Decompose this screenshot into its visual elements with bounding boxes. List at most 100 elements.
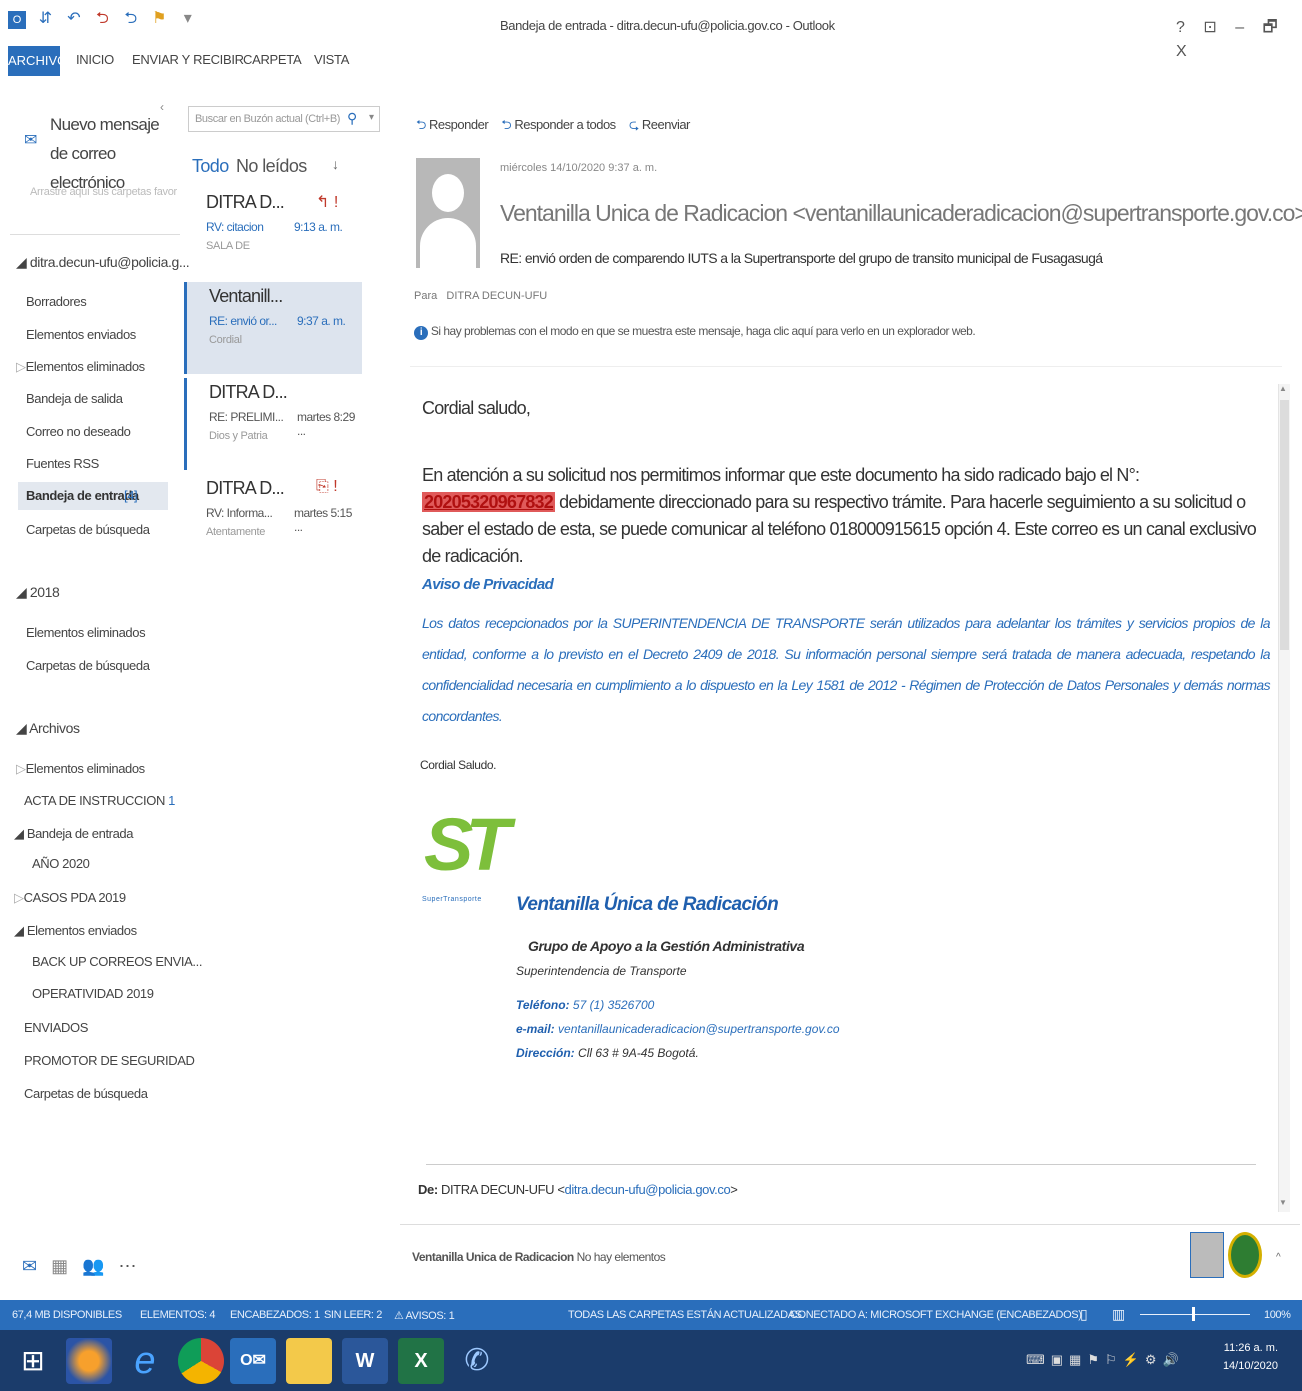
tab-vista[interactable]: VISTA [314, 52, 349, 67]
message-item[interactable]: DITRA D... ↰ ! RV: citacion 9:13 a. m. S… [184, 188, 362, 280]
folder-2018-busqueda[interactable]: Carpetas de búsqueda [26, 658, 150, 673]
windows-start-icon[interactable]: ⊞ [10, 1338, 56, 1384]
zoom-slider[interactable] [1140, 1314, 1250, 1315]
signature-address: Dirección: Cll 63 # 9A-45 Bogotá. [516, 1046, 699, 1060]
system-tray-icons[interactable]: ⌨▣▦⚑⚐⚡⚙🔊 [1026, 1352, 1185, 1368]
status-alerts[interactable]: ⚠ AVISOS: 1 [394, 1309, 455, 1322]
favorites-drag-hint: Arrastre aquí sus carpetas favor [30, 186, 177, 198]
tab-carpeta[interactable]: CARPETA [243, 52, 302, 67]
undo-icon[interactable]: ↶ [65, 10, 83, 28]
phone-app-icon[interactable]: ✆ [454, 1338, 500, 1384]
folder-fuentes-rss[interactable]: Fuentes RSS [26, 456, 99, 471]
message-list: Buscar en Buzón actual (Ctrl+B) ⚲ ▾ Todo… [182, 96, 382, 1286]
folder-archivos-bandeja[interactable]: ◢ Bandeja de entrada [14, 826, 134, 842]
folder-bandeja-salida[interactable]: Bandeja de salida [26, 391, 123, 406]
reply-icon[interactable]: ⮌ [122, 10, 140, 28]
filter-unread[interactable]: No leídos [236, 156, 307, 177]
email-link[interactable]: ventanillaunicaderadicacion@supertranspo… [558, 1022, 839, 1036]
people-nav-icon[interactable]: 👥 [82, 1256, 118, 1276]
excel-icon[interactable]: X [398, 1338, 444, 1384]
police-badge-avatar[interactable] [1228, 1232, 1262, 1278]
folder-promotor[interactable]: PROMOTOR DE SEGURIDAD [24, 1053, 195, 1068]
zoom-level[interactable]: 100% [1264, 1309, 1291, 1321]
file-explorer-icon[interactable] [286, 1338, 332, 1384]
folder-archivos-enviados[interactable]: ◢ Elementos enviados [14, 923, 137, 939]
people-pane-name[interactable]: Ventanilla Unica de Radicacion [412, 1250, 574, 1264]
normal-view-icon[interactable]: ▯ [1080, 1306, 1088, 1323]
forward-button[interactable]: ⮎ Reenviar [629, 117, 691, 132]
customize-toolbar-icon[interactable]: ▾ [179, 10, 197, 28]
zoom-slider-thumb[interactable] [1192, 1307, 1195, 1321]
info-bar[interactable]: i Si hay problemas con el modo en que se… [414, 324, 976, 340]
folder-operatividad[interactable]: OPERATIVIDAD 2019 [32, 986, 154, 1001]
filter-all[interactable]: Todo [192, 156, 229, 177]
clock-time: 11:26 a. m. [1223, 1342, 1278, 1354]
restore-button[interactable]: 🗗 [1263, 19, 1278, 36]
calendar-nav-icon[interactable]: ▦ [51, 1256, 82, 1276]
internet-explorer-icon[interactable]: e [122, 1338, 168, 1384]
reading-scrollbar[interactable]: ▲ ▼ [1278, 384, 1290, 1212]
group-2018[interactable]: ◢ 2018 [16, 584, 60, 601]
folder-correo-no-deseado[interactable]: Correo no deseado [26, 424, 131, 439]
reply-all-button[interactable]: ⮌ Responder a todos [501, 117, 616, 132]
to-recipient[interactable]: DITRA DECUN-UFU [446, 290, 547, 302]
search-box[interactable]: Buscar en Buzón actual (Ctrl+B) ⚲ ▾ [188, 106, 380, 132]
reply-all-icon[interactable]: ⮌ [93, 10, 111, 28]
minimize-button[interactable]: – [1235, 19, 1244, 36]
status-space: 67,4 MB DISPONIBLES [12, 1309, 122, 1321]
folder-casos-pda[interactable]: ▷CASOS PDA 2019 [14, 890, 126, 906]
flag-icon[interactable]: ⚑ [150, 10, 168, 28]
people-avatar[interactable] [1190, 1232, 1224, 1278]
inbox-unread-count: [4] [124, 488, 138, 503]
search-input[interactable]: Buscar en Buzón actual (Ctrl+B) [195, 113, 340, 125]
folder-ano-2020[interactable]: AÑO 2020 [32, 856, 90, 871]
phone-link[interactable]: 57 (1) 3526700 [573, 998, 654, 1012]
privacy-text: Los datos recepcionados por la SUPERINTE… [422, 615, 1271, 724]
folder-borradores[interactable]: Borradores [26, 294, 87, 309]
closing: Cordial Saludo. [420, 758, 497, 772]
attachment-importance-icon: ⎘ ! [316, 478, 338, 495]
folder-elementos-eliminados[interactable]: ▷Elementos eliminados [16, 359, 145, 375]
help-button[interactable]: ? [1176, 19, 1185, 36]
chrome-icon[interactable] [178, 1338, 224, 1384]
firefox-icon[interactable] [66, 1338, 112, 1384]
quoted-from-email[interactable]: ditra.decun-ufu@policia.gov.co [565, 1182, 731, 1197]
tab-inicio[interactable]: INICIO [76, 52, 114, 67]
tab-archivo[interactable]: ARCHIVO [8, 46, 67, 76]
search-icon[interactable]: ⚲ [347, 110, 357, 127]
collapse-pane-icon[interactable]: ‹ [160, 100, 164, 114]
message-item[interactable]: DITRA D... ⎘ ! RV: Informa... martes 5:1… [184, 474, 362, 566]
message-item[interactable]: DITRA D... RE: PRELIMI... martes 8:29 ..… [184, 378, 362, 470]
message-from: DITRA D... [206, 478, 285, 498]
folder-enviados[interactable]: ENVIADOS [24, 1020, 88, 1035]
folder-acta-instruccion[interactable]: ACTA DE INSTRUCCION 1 [24, 793, 175, 808]
new-mail-button[interactable]: ✉ Nuevo mensaje de correo electrónico [24, 110, 174, 192]
folder-elementos-enviados[interactable]: Elementos enviados [26, 327, 136, 342]
account-header[interactable]: ◢ ditra.decun-ufu@policia.g... [16, 254, 190, 271]
ribbon-display-button[interactable]: ⊡ [1203, 19, 1216, 36]
mail-nav-icon[interactable]: ✉ [22, 1256, 51, 1276]
tab-enviar-recibir[interactable]: ENVIAR Y RECIBIR [132, 52, 244, 67]
outlook-icon[interactable]: O [8, 11, 26, 29]
reply-button[interactable]: ⮌ Responder [416, 117, 489, 132]
group-archivos[interactable]: ◢ Archivos [16, 720, 80, 737]
search-scope-dropdown[interactable]: ▾ [369, 112, 374, 123]
reading-view-icon[interactable]: ▥ [1112, 1306, 1125, 1323]
folder-2018-eliminados[interactable]: Elementos eliminados [26, 625, 146, 640]
folder-archivos-busqueda[interactable]: Carpetas de búsqueda [24, 1086, 148, 1101]
message-from: DITRA D... [206, 192, 285, 212]
word-icon[interactable]: W [342, 1338, 388, 1384]
sort-arrow-icon[interactable]: ↓ [332, 156, 339, 172]
clock[interactable]: 11:26 a. m. 14/10/2020 [1222, 1342, 1278, 1372]
more-nav-icon[interactable]: ⋯ [119, 1256, 151, 1276]
folder-backup[interactable]: BACK UP CORREOS ENVIA... [32, 954, 202, 969]
expand-people-icon[interactable]: ^ [1276, 1252, 1281, 1263]
folder-bandeja-entrada[interactable]: Bandeja de entrada [4] [18, 482, 168, 510]
scrollbar-thumb[interactable] [1280, 400, 1289, 650]
outlook-taskbar-icon[interactable]: O✉ [230, 1338, 276, 1384]
send-receive-icon[interactable]: ⇵ [36, 10, 54, 28]
message-item-selected[interactable]: Ventanill... RE: envió or... 9:37 a. m. … [184, 282, 362, 374]
folder-archivos-eliminados[interactable]: ▷Elementos eliminados [16, 761, 145, 777]
message-from: DITRA D... [209, 382, 288, 402]
folder-carpetas-busqueda[interactable]: Carpetas de búsqueda [26, 522, 150, 537]
